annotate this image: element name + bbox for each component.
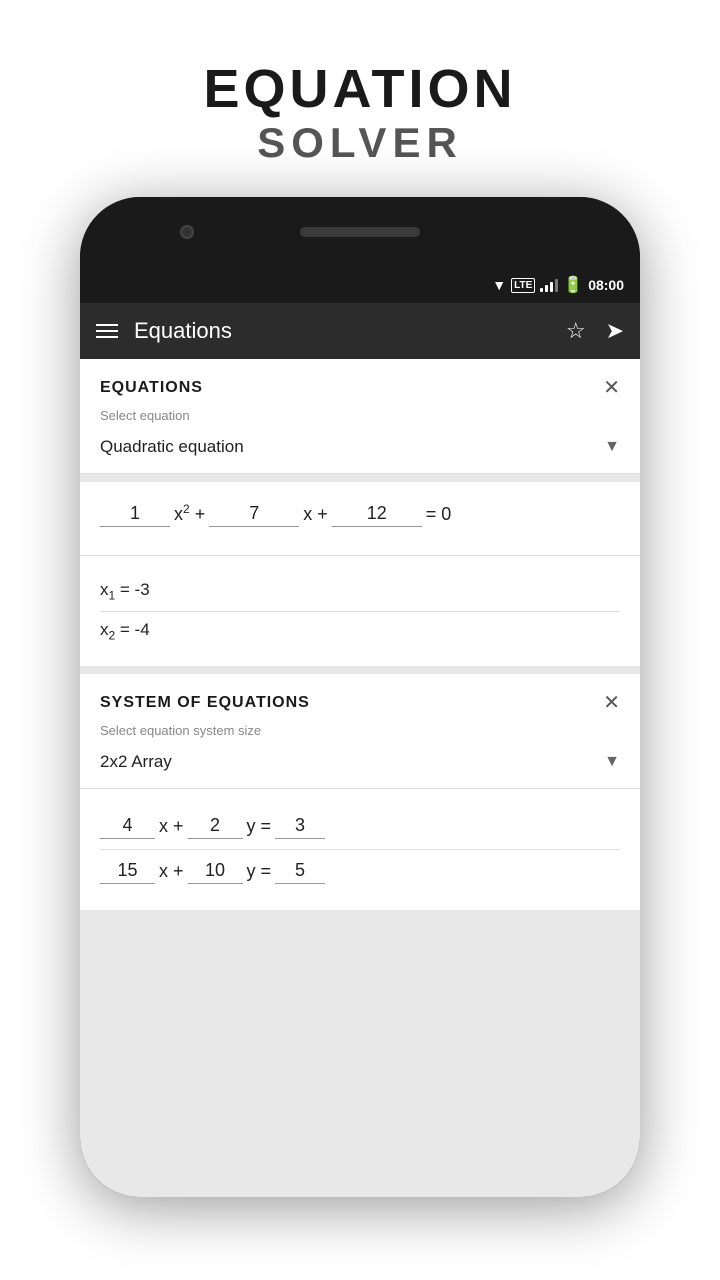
sys-result1-input[interactable] — [275, 815, 325, 839]
x-text: x + — [299, 504, 332, 527]
sys-x-text-2: x + — [155, 861, 188, 884]
sys-coeff1-input[interactable] — [100, 815, 155, 839]
system-size-dropdown[interactable]: 2x2 Array ▼ — [80, 742, 640, 789]
system-eq-row-1: x + y = — [100, 805, 620, 850]
quadratic-equation-area: x2 + x + = 0 — [80, 482, 640, 556]
equations-select-label: Select equation — [80, 408, 640, 423]
system-card-header: SYSTEM OF EQUATIONS ✕ — [80, 674, 640, 723]
status-icons: ▼ LTE 🔋 08:00 — [492, 275, 624, 295]
sys-y-text-1: y = — [243, 816, 276, 839]
x-squared-text: x2 + — [170, 502, 209, 527]
result-x2: x2 = -4 — [100, 612, 620, 650]
sys-coeff2-input[interactable] — [188, 815, 243, 839]
coeff-b-input[interactable] — [209, 503, 299, 527]
sys-coeff4-input[interactable] — [188, 860, 243, 884]
system-size-value: 2x2 Array — [100, 752, 172, 772]
sys-x-text-1: x + — [155, 816, 188, 839]
sys-coeff3-input[interactable] — [100, 860, 155, 884]
sys-result2-input[interactable] — [275, 860, 325, 884]
screen-content: EQUATIONS ✕ Select equation Quadratic eq… — [80, 359, 640, 1197]
phone-camera — [180, 225, 194, 239]
result-x1: x1 = -3 — [100, 572, 620, 611]
quadratic-equation-row: x2 + x + = 0 — [100, 502, 620, 527]
wifi-icon: ▼ — [492, 277, 506, 293]
equations-card-title: EQUATIONS — [100, 379, 203, 397]
system-close-button[interactable]: ✕ — [603, 690, 620, 715]
equation-dropdown-arrow: ▼ — [604, 438, 620, 456]
sys-y-text-2: y = — [243, 861, 276, 884]
equation-type-dropdown[interactable]: Quadratic equation ▼ — [80, 427, 640, 474]
system-equations-card: SYSTEM OF EQUATIONS ✕ Select equation sy… — [80, 674, 640, 910]
system-select-label: Select equation system size — [80, 723, 640, 738]
app-title-equation: EQUATION — [204, 60, 517, 119]
app-bar: Equations ☆ ➤ — [80, 303, 640, 359]
equations-card: EQUATIONS ✕ Select equation Quadratic eq… — [80, 359, 640, 474]
star-icon[interactable]: ☆ — [566, 318, 586, 344]
equals-zero-text: = 0 — [422, 504, 456, 527]
status-bar: ▼ LTE 🔋 08:00 — [80, 267, 640, 303]
share-icon[interactable]: ➤ — [606, 318, 624, 344]
phone-frame: ▼ LTE 🔋 08:00 Equations ☆ ➤ — [80, 197, 640, 1197]
equation-type-value: Quadratic equation — [100, 437, 244, 457]
app-bar-actions: ☆ ➤ — [566, 318, 624, 344]
battery-icon: 🔋 — [563, 275, 583, 295]
system-card-title: SYSTEM OF EQUATIONS — [100, 694, 310, 712]
status-time: 08:00 — [588, 277, 624, 293]
equations-close-button[interactable]: ✕ — [603, 375, 620, 400]
signal-bars — [540, 278, 558, 292]
lte-badge: LTE — [511, 278, 535, 293]
system-dropdown-arrow: ▼ — [604, 753, 620, 771]
results-area: x1 = -3 x2 = -4 — [80, 556, 640, 666]
app-title-area: EQUATION SOLVER — [0, 0, 720, 197]
system-equations-area: x + y = x + y = — [80, 789, 640, 910]
app-title-solver: SOLVER — [257, 119, 463, 167]
hamburger-menu-button[interactable] — [96, 324, 118, 338]
phone-speaker — [300, 227, 420, 237]
phone-top-hardware — [80, 197, 640, 267]
app-bar-title: Equations — [134, 318, 550, 344]
coeff-a-input[interactable] — [100, 503, 170, 527]
coeff-c-input[interactable] — [332, 503, 422, 527]
system-eq-row-2: x + y = — [100, 850, 620, 894]
equations-card-header: EQUATIONS ✕ — [80, 359, 640, 408]
